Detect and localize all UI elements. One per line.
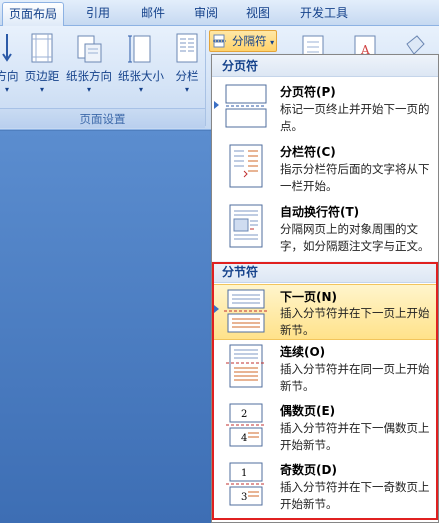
continuous-icon — [226, 344, 266, 388]
orientation-icon — [2, 34, 12, 62]
column-break-icon — [229, 144, 263, 188]
margins-icon — [31, 33, 53, 63]
text-wrapping-break-item[interactable]: 自动换行符(T) 分隔网页上的对象周围的文字，如分隔题注文字与正文。 — [212, 201, 438, 263]
columns-button[interactable]: 分栏 ▾ — [170, 32, 204, 102]
margins-button[interactable]: 页边距 ▾ — [22, 32, 62, 102]
odd-page-number-bottom: 3 — [241, 492, 247, 503]
odd-page-icon: 1 3 — [226, 462, 266, 506]
even-page-number-top: 2 — [241, 409, 247, 420]
group-divider — [205, 30, 206, 126]
columns-icon — [176, 33, 198, 63]
page-breaks-header: 分页符 — [212, 55, 438, 77]
breaks-button[interactable]: 分隔符 ▾ — [209, 30, 277, 52]
pointer-icon — [214, 305, 219, 313]
page-break-icon — [225, 84, 267, 128]
breaks-icon — [213, 34, 226, 48]
page-size-button[interactable]: 纸张大小 ▾ — [116, 32, 166, 102]
text-wrapping-break-icon — [229, 204, 263, 248]
breaks-dropdown-menu: 分页符 分页符(P) 标记一页终止并开始下一页的点。 分栏符(C) 指示分栏符后… — [211, 54, 439, 523]
tab-mailings[interactable]: 邮件 — [133, 2, 173, 26]
odd-page-number-top: 1 — [241, 468, 247, 479]
pointer-icon — [214, 101, 219, 109]
even-page-item[interactable]: 2 4 偶数页(E) 插入分节符并在下一偶数页上开始新节。 — [212, 400, 438, 458]
odd-page-item[interactable]: 1 3 奇数页(D) 插入分节符并在下一奇数页上开始新节。 — [212, 459, 438, 519]
ribbon-tab-bar: 页面布局 引用 邮件 审阅 视图 开发工具 — [0, 0, 439, 26]
even-page-number-bottom: 4 — [241, 433, 247, 444]
column-break-item[interactable]: 分栏符(C) 指示分栏符后面的文字将从下一栏开始。 — [212, 141, 438, 201]
continuous-item[interactable]: 连续(O) 插入分节符并在同一页上开始新节。 — [212, 341, 438, 399]
next-page-icon — [224, 289, 268, 333]
page-orientation-button[interactable]: 纸张方向 ▾ — [64, 32, 114, 102]
page-size-icon — [128, 35, 151, 63]
next-page-item[interactable]: 下一页(N) 插入分节符并在下一页上开始新节。 — [212, 284, 438, 340]
page-setup-group-label: 页面设置 — [0, 108, 205, 128]
even-page-icon: 2 4 — [226, 403, 266, 447]
tab-page-layout[interactable]: 页面布局 — [2, 2, 64, 26]
document-area — [0, 131, 212, 523]
orientation-button[interactable]: 方向 ▾ — [0, 32, 24, 102]
tab-references[interactable]: 引用 — [78, 2, 118, 26]
tab-developer[interactable]: 开发工具 — [290, 2, 358, 26]
page-break-item[interactable]: 分页符(P) 标记一页终止并开始下一页的点。 — [212, 79, 438, 141]
tab-view[interactable]: 视图 — [238, 2, 278, 26]
tab-review[interactable]: 审阅 — [186, 2, 226, 26]
page-orientation-icon — [77, 35, 102, 63]
section-breaks-header: 分节符 — [212, 261, 438, 283]
